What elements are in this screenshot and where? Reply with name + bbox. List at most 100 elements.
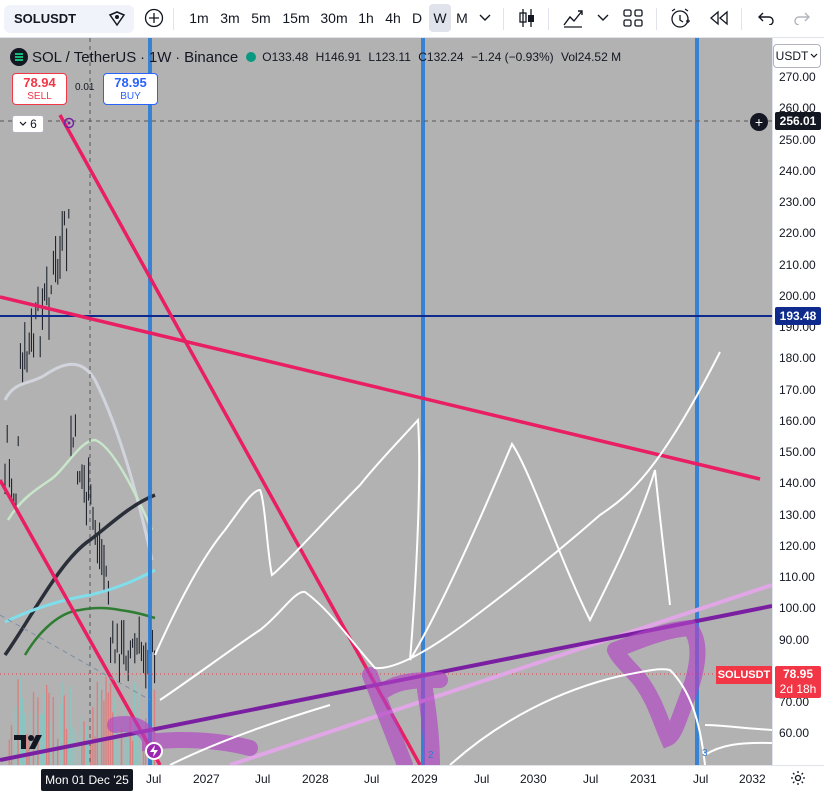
volume-bar xyxy=(131,740,134,765)
add-symbol-icon[interactable] xyxy=(142,4,166,32)
currency-select[interactable]: USDT xyxy=(773,44,821,68)
tradingview-logo[interactable] xyxy=(14,733,48,751)
time-tick: Jul xyxy=(364,772,380,786)
time-tick: 2031 xyxy=(630,772,657,786)
chart-legend[interactable]: SOL / TetherUS · 1W · Binance O133.48 H1… xyxy=(10,48,625,66)
time-tick: Jul xyxy=(255,772,271,786)
interval-dropdown-icon[interactable] xyxy=(476,4,494,32)
volume-bar xyxy=(68,739,70,765)
indicators-dropdown-icon[interactable] xyxy=(594,4,612,32)
price-tick: 150.00 xyxy=(779,445,816,459)
indicators-toggle[interactable]: 6 xyxy=(12,115,44,133)
interval-15m[interactable]: 15m xyxy=(278,4,314,32)
interval-3m[interactable]: 3m xyxy=(216,4,244,32)
price-tick: 60.00 xyxy=(779,726,810,741)
top-toolbar: SOLUSDT 1m 3m 5m 15m 30m 1h 4h D W M xyxy=(0,0,824,38)
candles-icon[interactable] xyxy=(514,4,540,32)
chart-pane[interactable]: 2 3 SOL / TetherUS · 1W · Binance O133.4… xyxy=(0,38,824,794)
interval-d[interactable]: D xyxy=(407,4,427,32)
volume-bar xyxy=(37,697,39,765)
volume-bar xyxy=(105,676,107,765)
time-tick: Jul xyxy=(474,772,490,786)
time-tick: Jul xyxy=(146,772,162,786)
lightning-alert-icon[interactable] xyxy=(145,742,163,760)
price-tick: 90.00 xyxy=(779,632,810,647)
volume-bar xyxy=(48,692,50,765)
alert-clock-icon[interactable] xyxy=(667,4,693,32)
buy-price: 78.95 xyxy=(114,75,147,90)
market-status-icon xyxy=(246,52,257,62)
chevron-down-icon xyxy=(810,53,818,58)
price-tick: 160.00 xyxy=(779,413,816,428)
spread-value: 0.01 xyxy=(75,82,95,93)
trading-app: SOLUSDT 1m 3m 5m 15m 30m 1h 4h D W M 2 3… xyxy=(0,0,824,794)
interval-w[interactable]: W xyxy=(429,4,451,32)
interval-30m[interactable]: 30m xyxy=(316,4,352,32)
exchange-label: Binance xyxy=(184,48,239,66)
volume-bar xyxy=(76,733,79,765)
add-alert-plus-icon[interactable]: + xyxy=(750,113,768,131)
sell-price: 78.94 xyxy=(23,75,56,90)
symbol-flag: SOLUSDT xyxy=(716,666,772,684)
volume-bar xyxy=(101,689,103,765)
replay-icon[interactable] xyxy=(706,4,732,32)
interval-1h[interactable]: 1h xyxy=(354,4,378,32)
price-tick: 100.00 xyxy=(779,601,816,616)
price-tick: 220.00 xyxy=(779,226,816,241)
interval-label: 1W xyxy=(148,48,172,66)
price-tick: 130.00 xyxy=(779,507,816,522)
time-tick: 2028 xyxy=(302,772,329,786)
price-tick: 110.00 xyxy=(779,570,815,584)
price-tick: 230.00 xyxy=(779,195,816,209)
time-tick: 2027 xyxy=(193,772,220,786)
time-tick: 2030 xyxy=(520,772,547,786)
volume-bar xyxy=(52,696,54,765)
level-price-flag: 193.48 xyxy=(775,307,821,325)
indicators-icon[interactable] xyxy=(560,4,586,32)
target-icon[interactable] xyxy=(63,117,75,129)
volume-bar xyxy=(8,739,10,765)
currency-label: USDT xyxy=(775,49,809,63)
ohlc-values: O133.48 H146.91 L123.11 C132.24 −1.24 (−… xyxy=(262,50,622,64)
volume-bar xyxy=(17,679,19,765)
interval-5m[interactable]: 5m xyxy=(247,4,275,32)
price-tick: 250.00 xyxy=(779,132,816,147)
price-tick: 120.00 xyxy=(779,538,816,553)
buy-label: BUY xyxy=(120,91,141,102)
buy-button[interactable]: 78.95 BUY xyxy=(103,73,158,105)
price-axis[interactable]: 270.00 260.00 250.00 240.00 230.00 220.00 210.… xyxy=(772,38,824,765)
last-price: 78.95 xyxy=(782,667,814,681)
volume-bar xyxy=(118,742,120,765)
symbol-search[interactable]: SOLUSDT xyxy=(4,4,134,33)
symbol-name: SOLUSDT xyxy=(14,11,77,26)
volume-bar xyxy=(103,700,105,765)
crosshair-price-flag: 256.01 xyxy=(775,112,821,130)
chart-background xyxy=(0,38,772,765)
price-tick: 270.00 xyxy=(779,70,816,84)
layouts-icon[interactable] xyxy=(620,4,646,32)
gear-icon[interactable] xyxy=(790,770,806,786)
volume-bar xyxy=(63,695,65,765)
volume-bar xyxy=(85,726,87,765)
last-price-flag: 78.95 2d 18h xyxy=(775,666,821,698)
redo-icon[interactable] xyxy=(790,4,814,32)
sell-label: SELL xyxy=(27,91,52,102)
price-chart[interactable]: 2 3 xyxy=(0,38,772,765)
time-tick: Jul xyxy=(583,772,599,786)
undo-icon[interactable] xyxy=(754,4,778,32)
solana-logo-icon xyxy=(10,48,28,66)
volume-bar xyxy=(127,739,129,765)
interval-4h[interactable]: 4h xyxy=(380,4,406,32)
interval-m[interactable]: M xyxy=(452,4,472,32)
interval-1m[interactable]: 1m xyxy=(184,4,214,32)
price-tick: 200.00 xyxy=(779,288,816,303)
volume-bar xyxy=(92,707,94,765)
sell-button[interactable]: 78.94 SELL xyxy=(12,73,67,105)
volume-bar xyxy=(57,738,59,765)
time-axis[interactable]: Mon 01 Dec '25 Jul 2027 Jul 2028 Jul 2029 Jul 2… xyxy=(0,765,824,794)
price-tick: 170.00 xyxy=(779,382,816,397)
volume-bar xyxy=(19,678,21,765)
compare-icon[interactable] xyxy=(108,10,126,27)
time-tick: 2029 xyxy=(411,772,438,786)
price-tick: 240.00 xyxy=(779,163,816,178)
